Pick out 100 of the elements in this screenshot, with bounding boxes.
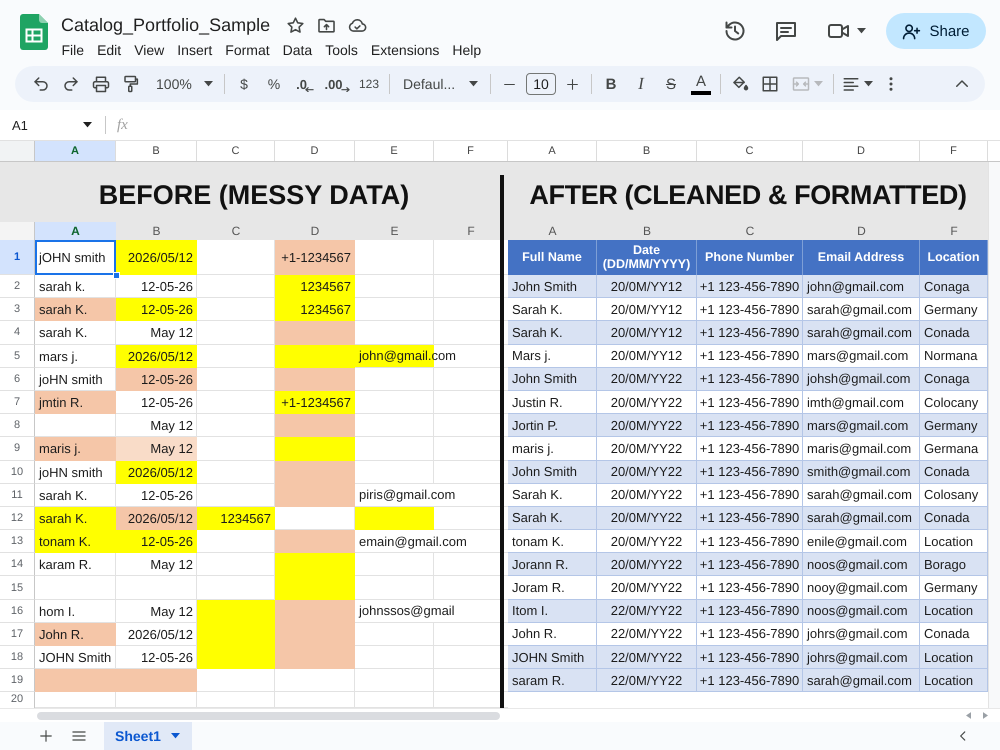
- table-cell[interactable]: 12-05-26: [116, 390, 197, 414]
- column-header[interactable]: D: [803, 141, 920, 161]
- table-cell[interactable]: [275, 600, 355, 623]
- bold-button[interactable]: B: [596, 70, 626, 98]
- row-number[interactable]: 20: [0, 692, 35, 708]
- document-title[interactable]: Catalog_Portfolio_Sample: [61, 14, 270, 36]
- column-header[interactable]: F: [920, 141, 988, 161]
- table-cell[interactable]: hom I.: [35, 600, 116, 623]
- decrease-decimal-button[interactable]: .0: [289, 70, 321, 98]
- table-cell[interactable]: May 12: [116, 553, 197, 576]
- table-cell[interactable]: sarah K.: [35, 484, 116, 507]
- horizontal-scrollbar[interactable]: [37, 712, 500, 720]
- print-icon[interactable]: [92, 75, 110, 93]
- table-cell[interactable]: [275, 344, 355, 368]
- table-cell[interactable]: jOHN smith: [35, 240, 116, 275]
- percent-button[interactable]: %: [259, 70, 289, 98]
- table-cell[interactable]: May 12: [116, 321, 197, 345]
- font-size-field[interactable]: 10: [526, 73, 556, 95]
- column-header[interactable]: C: [197, 222, 275, 240]
- plus-icon[interactable]: [566, 78, 579, 90]
- table-cell[interactable]: 1234567: [197, 506, 275, 530]
- increase-decimal-button[interactable]: .00: [321, 70, 353, 98]
- name-box[interactable]: A1: [0, 114, 100, 136]
- share-button[interactable]: Share: [886, 13, 986, 49]
- comment-icon[interactable]: [774, 19, 798, 43]
- table-cell[interactable]: JOHN Smith: [35, 646, 116, 670]
- table-cell[interactable]: 2026/05/12: [116, 240, 197, 275]
- menu-item[interactable]: Insert: [170, 39, 219, 61]
- column-header[interactable]: D: [275, 222, 355, 240]
- table-cell[interactable]: 12-05-26: [116, 484, 197, 507]
- table-cell[interactable]: 1234567: [275, 298, 355, 322]
- zoom-dropdown[interactable]: 100%: [146, 70, 220, 98]
- table-cell[interactable]: mars j.: [35, 344, 116, 368]
- menu-item[interactable]: View: [128, 39, 171, 61]
- table-cell[interactable]: [197, 600, 275, 623]
- table-cell[interactable]: May 12: [116, 600, 197, 623]
- number-format-button[interactable]: 123: [353, 70, 385, 98]
- menu-item[interactable]: Tools: [318, 39, 364, 61]
- redo-icon[interactable]: [62, 75, 80, 93]
- table-cell[interactable]: [275, 646, 355, 670]
- column-header[interactable]: F: [434, 141, 508, 161]
- table-cell[interactable]: [275, 484, 355, 507]
- table-cell[interactable]: [275, 530, 355, 554]
- table-cell[interactable]: tonam K.: [35, 530, 116, 554]
- table-cell[interactable]: 12-05-26: [116, 368, 197, 391]
- column-header[interactable]: E: [355, 141, 434, 161]
- table-cell[interactable]: [116, 669, 197, 692]
- table-cell[interactable]: [275, 414, 355, 438]
- column-header[interactable]: A: [35, 222, 116, 240]
- table-cell[interactable]: John R.: [35, 622, 116, 646]
- star-icon[interactable]: [286, 16, 306, 34]
- table-cell[interactable]: joHN smith: [35, 460, 116, 484]
- fill-handle[interactable]: [113, 272, 120, 279]
- table-cell[interactable]: +1-1234567: [275, 390, 355, 414]
- sheet-tab[interactable]: Sheet1: [104, 722, 192, 750]
- table-cell[interactable]: 1234567: [275, 275, 355, 298]
- column-header[interactable]: A: [508, 141, 597, 161]
- column-header[interactable]: B: [597, 141, 697, 161]
- table-cell[interactable]: sarah k.: [35, 275, 116, 298]
- table-cell[interactable]: 2026/05/12: [116, 622, 197, 646]
- table-cell[interactable]: May 12: [116, 414, 197, 438]
- table-cell[interactable]: karam R.: [35, 553, 116, 576]
- table-cell[interactable]: 2026/05/12: [116, 344, 197, 368]
- table-cell[interactable]: [275, 368, 355, 391]
- table-cell[interactable]: [275, 460, 355, 484]
- table-cell[interactable]: 12-05-26: [116, 646, 197, 670]
- column-header[interactable]: C: [197, 141, 275, 161]
- header-corner[interactable]: [0, 141, 35, 161]
- table-cell[interactable]: [275, 553, 355, 576]
- table-cell[interactable]: [197, 646, 275, 670]
- menu-item[interactable]: Edit: [90, 39, 128, 61]
- column-header[interactable]: D: [275, 141, 355, 161]
- table-cell[interactable]: sarah K.: [35, 298, 116, 322]
- vertical-scrollbar[interactable]: [988, 162, 1000, 708]
- italic-button[interactable]: I: [626, 70, 656, 98]
- table-cell[interactable]: joHN smith: [35, 368, 116, 391]
- table-cell[interactable]: May 12: [116, 437, 197, 460]
- font-dropdown[interactable]: Defaul...: [394, 70, 486, 98]
- text-color-button[interactable]: A: [686, 70, 716, 98]
- borders-icon[interactable]: [761, 75, 779, 93]
- table-cell[interactable]: maris j.: [35, 437, 116, 460]
- column-header[interactable]: F: [920, 222, 988, 240]
- table-cell[interactable]: sarah K.: [35, 506, 116, 530]
- table-cell[interactable]: 2026/05/12: [116, 460, 197, 484]
- header-corner[interactable]: [0, 222, 35, 240]
- paint-bucket-icon[interactable]: [731, 75, 749, 93]
- column-header[interactable]: C: [697, 222, 803, 240]
- currency-button[interactable]: $: [229, 70, 259, 98]
- menu-item[interactable]: Help: [446, 39, 488, 61]
- table-cell[interactable]: [275, 576, 355, 600]
- table-cell[interactable]: [275, 321, 355, 345]
- table-cell[interactable]: [355, 506, 434, 530]
- table-cell[interactable]: [275, 437, 355, 460]
- table-cell[interactable]: +1-1234567: [275, 240, 355, 275]
- undo-icon[interactable]: [32, 75, 50, 93]
- column-header[interactable]: D: [803, 222, 920, 240]
- menu-item[interactable]: Format: [218, 39, 276, 61]
- table-cell[interactable]: 2026/05/12: [116, 506, 197, 530]
- scroll-right-icon[interactable]: [983, 712, 988, 719]
- table-cell[interactable]: [35, 669, 116, 692]
